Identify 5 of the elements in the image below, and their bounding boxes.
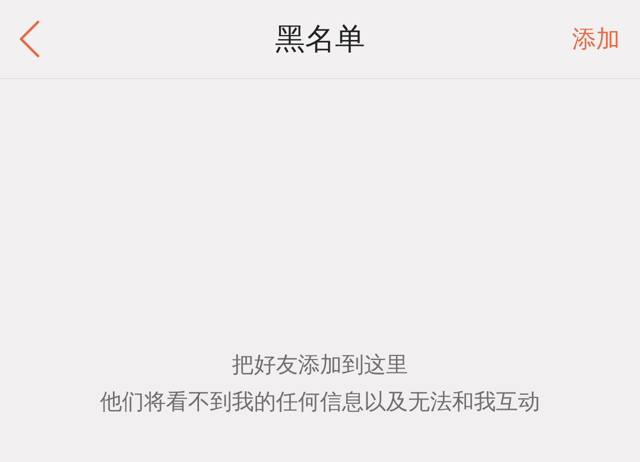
hint-text: 他们将看不到我的任何信息以及无法和我互动 xyxy=(100,389,540,417)
add-button[interactable]: 添加 xyxy=(572,21,620,57)
back-chevron-icon xyxy=(18,20,40,58)
page-title: 黑名单 xyxy=(275,20,365,58)
hint-text: 把好友添加到这里 xyxy=(232,352,408,380)
